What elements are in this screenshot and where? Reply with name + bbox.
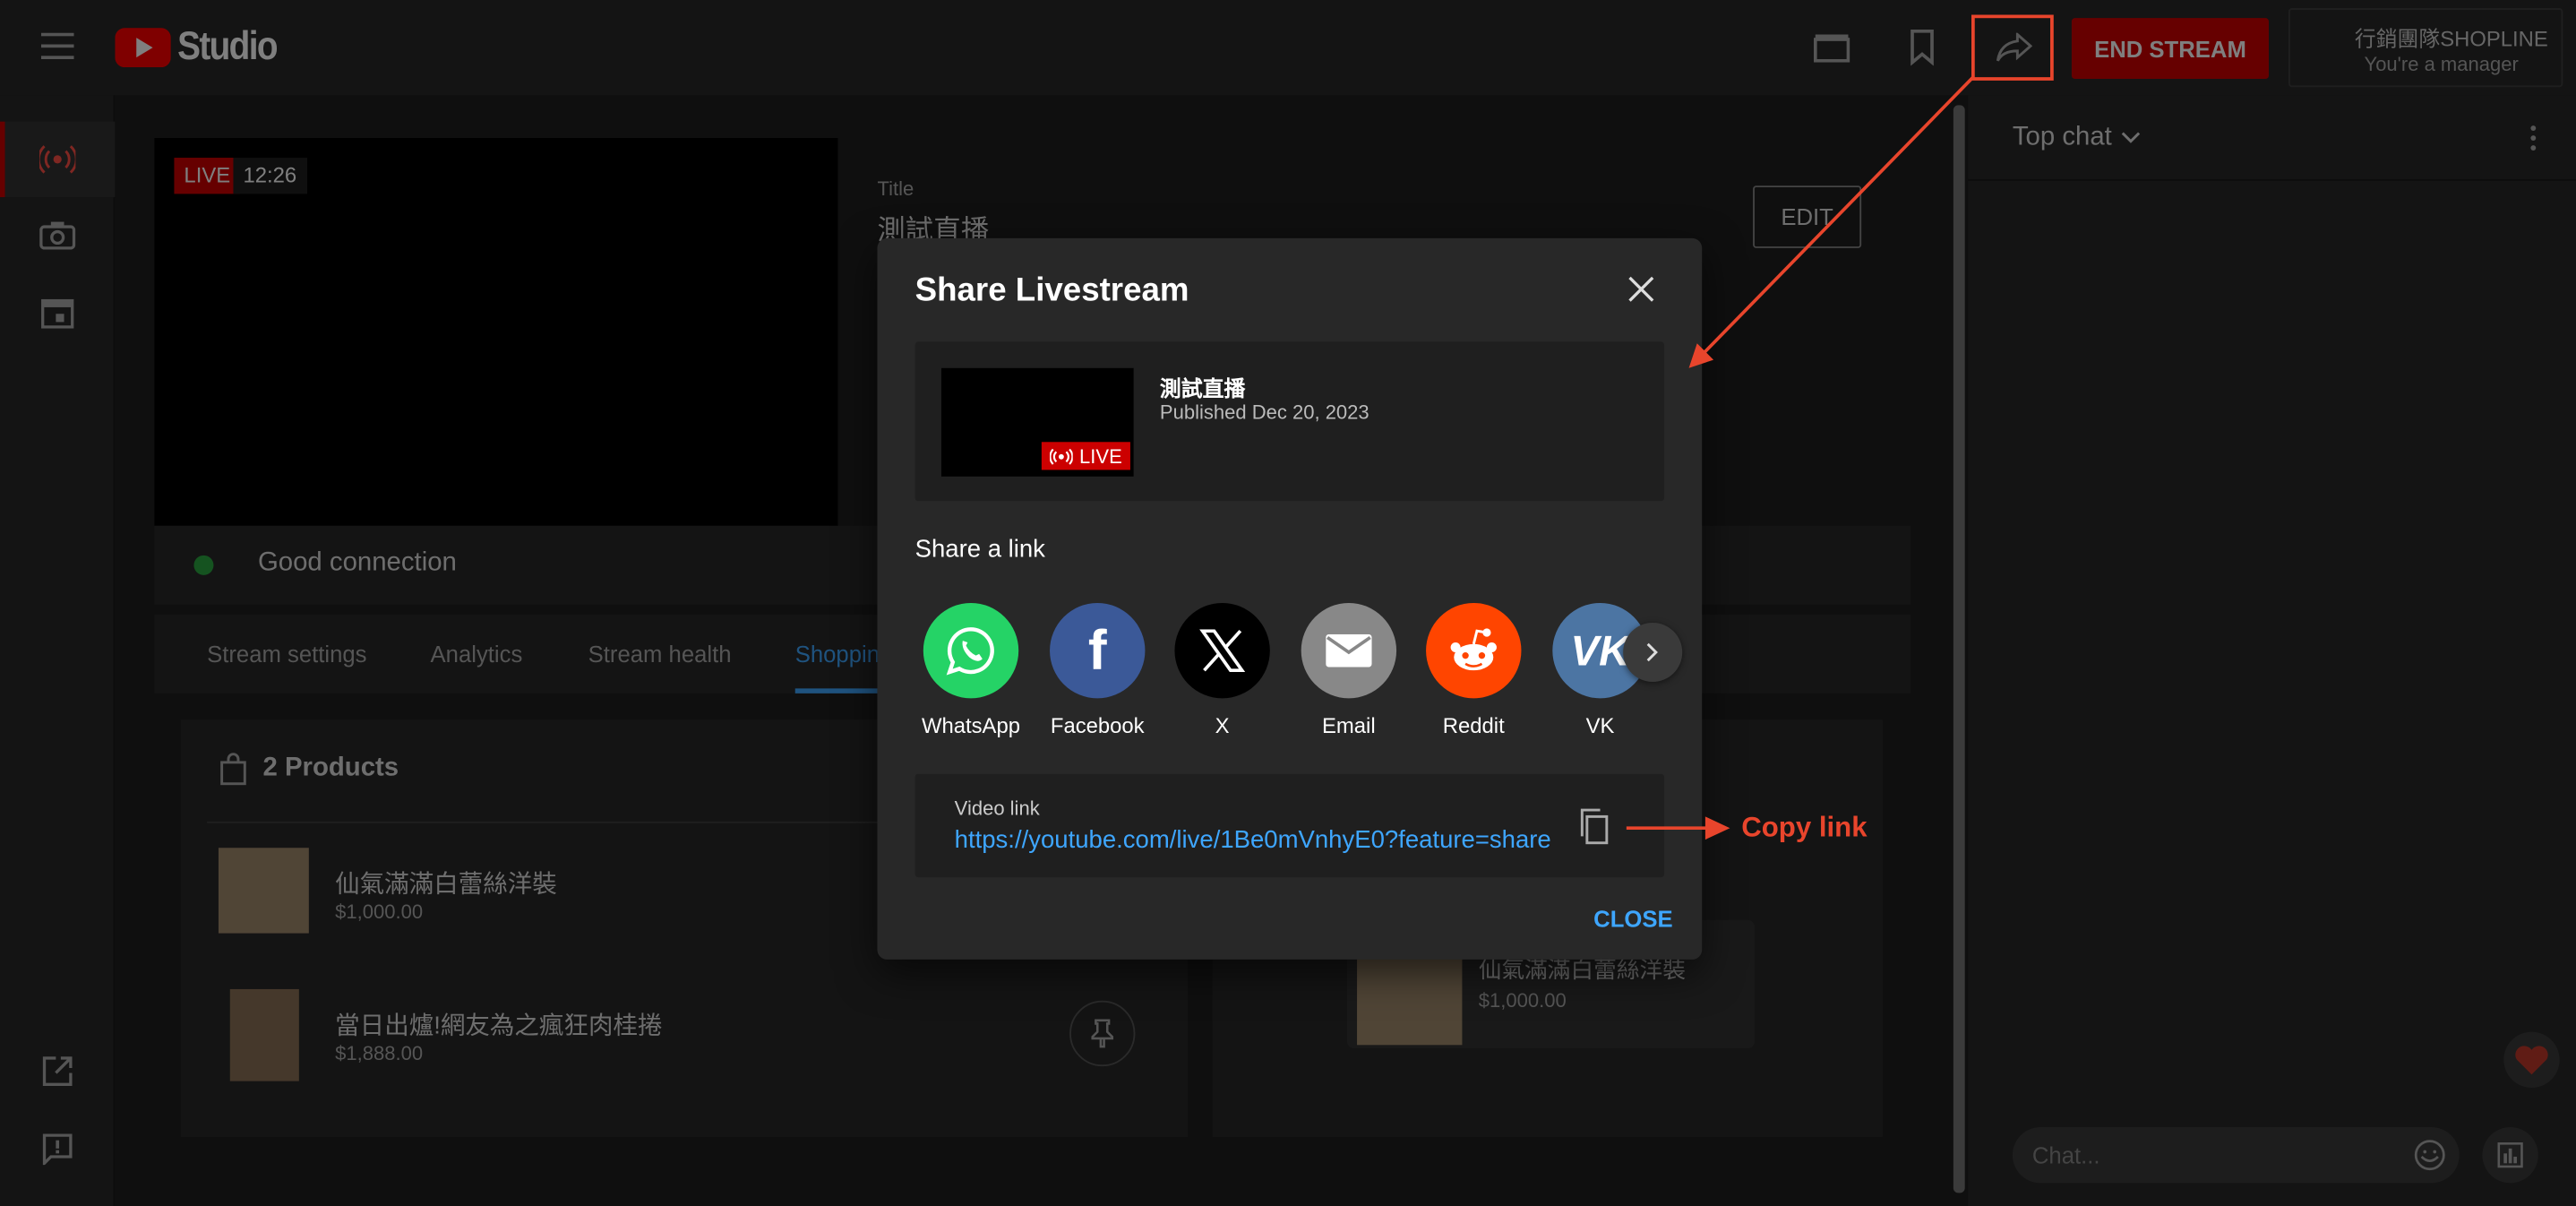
- share-label: Facebook: [1050, 712, 1145, 738]
- thumbnail-live-badge: LIVE: [1041, 442, 1130, 470]
- video-thumbnail: LIVE: [940, 367, 1134, 477]
- share-heading: Share a link: [914, 535, 1045, 564]
- share-targets: WhatsApp f Facebook X Email Reddit VK VK: [908, 602, 1648, 751]
- broadcast-icon: [1050, 447, 1073, 464]
- video-link-box: Video link https://youtube.com/live/1Be0…: [914, 773, 1665, 878]
- copy-icon[interactable]: [1579, 808, 1609, 845]
- whatsapp-icon: [923, 602, 1019, 699]
- close-button[interactable]: CLOSE: [1593, 905, 1672, 931]
- published-date: Published Dec 20, 2023: [1159, 401, 1370, 425]
- share-label: Email: [1322, 712, 1376, 738]
- share-label: X: [1215, 712, 1230, 738]
- copy-link-annotation: Copy link: [1741, 811, 1868, 843]
- scroll-right-button[interactable]: [1623, 623, 1683, 683]
- close-icon[interactable]: [1628, 276, 1654, 302]
- share-dialog: Share Livestream LIVE 測試直播 Published Dec…: [877, 237, 1703, 960]
- reddit-icon: [1426, 602, 1522, 699]
- facebook-icon: f: [1050, 602, 1146, 699]
- share-facebook[interactable]: f Facebook: [1035, 602, 1160, 738]
- share-label: Reddit: [1442, 712, 1505, 738]
- dialog-title: Share Livestream: [914, 272, 1189, 309]
- share-label: WhatsApp: [921, 712, 1020, 738]
- video-preview-card: LIVE 測試直播 Published Dec 20, 2023: [914, 341, 1665, 502]
- chevron-right-icon: [1646, 642, 1658, 662]
- thumbnail-live-text: LIVE: [1079, 444, 1122, 468]
- email-icon: [1301, 602, 1397, 699]
- share-reddit[interactable]: Reddit: [1412, 602, 1536, 738]
- share-label: VK: [1585, 712, 1615, 738]
- share-x[interactable]: X: [1160, 602, 1284, 738]
- share-button-highlight: [1971, 14, 2054, 81]
- x-icon: [1174, 602, 1270, 699]
- share-email[interactable]: Email: [1286, 602, 1411, 738]
- video-title: 測試直播: [1159, 375, 1246, 401]
- video-link-url[interactable]: https://youtube.com/live/1Be0mVnhyE0?fea…: [955, 826, 1551, 854]
- video-link-label: Video link: [954, 797, 1040, 821]
- share-whatsapp[interactable]: WhatsApp: [908, 602, 1033, 738]
